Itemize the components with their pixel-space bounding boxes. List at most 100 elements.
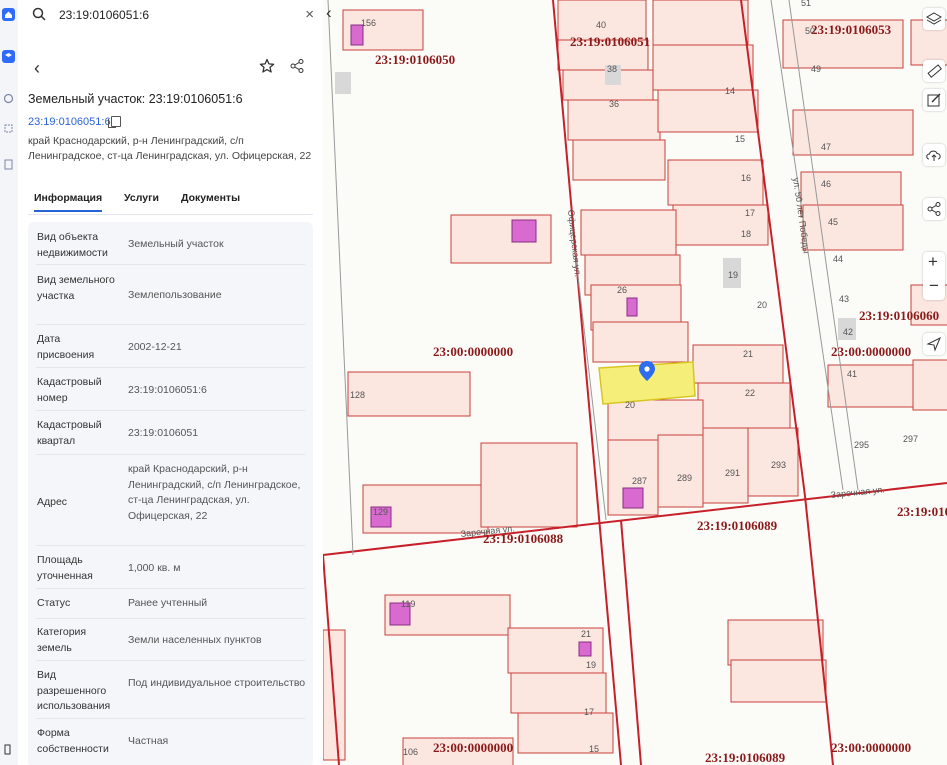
back-arrow-icon[interactable]: ‹ [34, 58, 40, 79]
parcel-number: 41 [847, 369, 857, 379]
parcel[interactable] [580, 209, 677, 256]
parcel-number: 19 [728, 270, 738, 280]
edit-icon [927, 93, 941, 107]
search-input[interactable]: 23:19:0106051:6 [59, 8, 149, 22]
info-table: Вид объекта недвижимости Земельный участ… [28, 222, 313, 765]
grid-nav-icon[interactable] [2, 122, 15, 135]
map-share-icon [927, 202, 941, 216]
info-key: Кадастровый квартал [37, 419, 102, 447]
upload-button[interactable] [923, 144, 945, 166]
zoom-in-icon[interactable]: + [928, 252, 938, 272]
parcel[interactable] [347, 371, 471, 417]
locate-button[interactable] [923, 333, 945, 355]
parcel[interactable] [657, 434, 704, 508]
info-value: 23:19:0106051 [128, 427, 199, 439]
navigation-arrow-icon [926, 336, 941, 352]
collapse-panel-icon[interactable]: ‹ [326, 3, 332, 23]
zoom-out-icon[interactable]: − [929, 276, 939, 296]
parcel[interactable] [912, 359, 947, 411]
upload-cloud-icon [926, 150, 941, 161]
quarter-label: 23:00:0000000 [831, 344, 911, 359]
parcel-number: 20 [757, 300, 767, 310]
row-divider [36, 545, 305, 546]
info-key: Форма собственности [37, 727, 109, 755]
parcel[interactable] [480, 442, 578, 528]
parcel-number: 46 [821, 179, 831, 189]
parcel-number: 156 [361, 18, 376, 28]
info-value: 2002-12-21 [128, 341, 182, 353]
quarter-label: 23:00:0000000 [433, 344, 513, 359]
layers-button[interactable] [923, 8, 945, 30]
parcel-number: 291 [725, 468, 740, 478]
favorite-star-icon[interactable] [259, 58, 275, 74]
parcel[interactable] [652, 0, 749, 46]
info-value: Ранее учтенный [128, 597, 208, 609]
row-divider [36, 588, 305, 589]
parcel[interactable] [727, 619, 824, 666]
copy-icon[interactable] [108, 116, 121, 128]
parcel-number: 22 [745, 388, 755, 398]
parcel[interactable] [572, 139, 666, 181]
parcel-number: 49 [811, 64, 821, 74]
parcel[interactable] [792, 109, 914, 156]
quarter-label: 23:19:0106089 [705, 750, 786, 765]
info-key: Статус [37, 597, 71, 609]
edit-button[interactable] [923, 89, 945, 111]
layers-nav-icon[interactable] [2, 50, 15, 63]
quarter-label: 23:19:0106050 [375, 52, 455, 67]
parcel[interactable] [702, 427, 749, 504]
row-divider [36, 410, 305, 411]
row-divider [36, 264, 305, 265]
parcel-number: 51 [801, 0, 811, 8]
info-key: Категория земель [37, 626, 87, 654]
quarter-label: 23:00:0000000 [433, 740, 513, 755]
ruler-button[interactable] [923, 60, 945, 82]
parcel[interactable] [657, 89, 759, 133]
exit-nav-icon[interactable] [2, 743, 15, 756]
parcel-number: 15 [735, 134, 745, 144]
tab-services[interactable]: Услуги [124, 192, 159, 204]
tab-divider [28, 214, 313, 215]
parcel-number: 16 [741, 173, 751, 183]
row-divider [36, 324, 305, 325]
info-nav-icon[interactable] [2, 92, 15, 105]
zoom-control: + − [923, 252, 945, 300]
map-canvas[interactable]: 23:19:0106051 23:19:0106050 23:19:010605… [323, 0, 947, 765]
parcel-number: 40 [596, 20, 606, 30]
cadastral-number-link[interactable]: 23:19:0106051:6 [28, 116, 111, 128]
parcel-number: 17 [745, 208, 755, 218]
building [622, 487, 644, 509]
home-icon[interactable] [2, 8, 15, 21]
parcel[interactable] [697, 382, 791, 429]
cadastral-map[interactable]: 23:19:0106051 23:19:0106050 23:19:010605… [323, 0, 947, 765]
parcel[interactable] [592, 321, 689, 363]
row-divider [36, 718, 305, 719]
tab-bar: Информация Услуги Документы [28, 190, 313, 214]
parcel-number: 36 [609, 99, 619, 109]
clear-search-icon[interactable]: × [305, 6, 314, 23]
ruler-icon [927, 64, 942, 78]
tab-documents[interactable]: Документы [181, 192, 240, 204]
info-value: Земельный участок [128, 238, 224, 250]
document-nav-icon[interactable] [2, 158, 15, 171]
parcel-number: 21 [581, 629, 591, 639]
info-value: край Краснодарский, р-н Ленинградский, с… [128, 463, 301, 522]
left-rail [0, 0, 19, 765]
parcel[interactable] [802, 204, 904, 251]
info-value: Земли населенных пунктов [128, 634, 262, 646]
parcel[interactable] [730, 659, 827, 703]
quarter-label: 23:19:0106051 [570, 34, 650, 49]
parcel[interactable] [652, 44, 754, 91]
building [578, 641, 592, 657]
map-share-button[interactable] [923, 198, 945, 220]
parcel[interactable] [692, 344, 784, 384]
info-key: Вид земельного участка [37, 274, 115, 302]
info-value: Землепользование [128, 289, 222, 301]
row-divider [36, 618, 305, 619]
parcel-number: 45 [828, 217, 838, 227]
street-label: Заречная ул. [830, 484, 885, 500]
tab-information[interactable]: Информация [34, 192, 103, 212]
share-icon[interactable] [290, 59, 304, 73]
parcel-number: 18 [741, 229, 751, 239]
search-bar[interactable]: 23:19:0106051:6 × [30, 4, 318, 28]
